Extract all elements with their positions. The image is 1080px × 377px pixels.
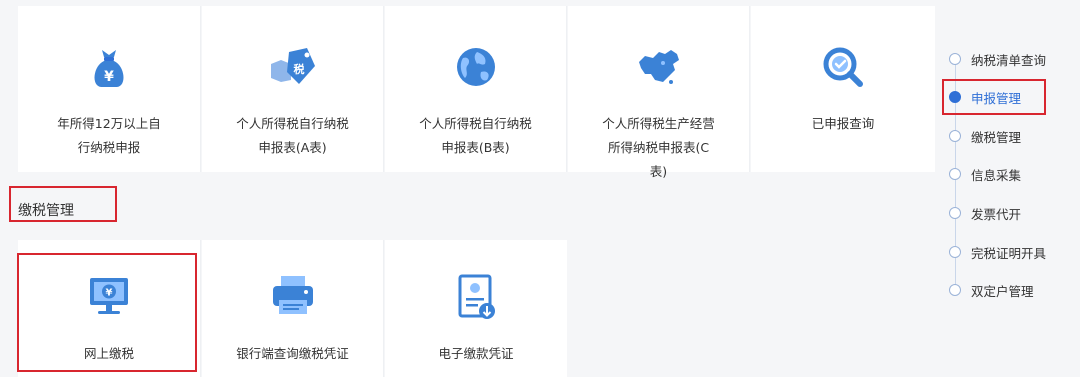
search-check-icon [822,46,864,92]
timeline-item-info-collection[interactable]: 信息采集 [949,164,1021,184]
card-form-a[interactable]: 税 个人所得税自行纳税申报表(A表) [202,6,384,172]
timeline-label: 申报管理 [971,90,1022,106]
timeline-dot [949,207,961,219]
card-label: 网上缴税 [83,346,134,361]
card-form-b[interactable]: 个人所得税自行纳税申报表(B表) [385,6,567,172]
card-form-c[interactable]: 个人所得税生产经营所得纳税申报表(C表) [568,6,750,179]
svg-text:税: 税 [293,62,304,76]
timeline-dot [949,246,961,258]
timeline-item-pay-management[interactable]: 缴税管理 [949,126,1021,146]
timeline-dot [949,284,961,296]
certificate-download-icon [456,274,496,324]
card-label: 个人所得税自行纳税申报表(A表) [236,116,349,155]
svg-text:¥: ¥ [104,69,114,85]
timeline-label: 双定户管理 [971,283,1034,299]
timeline-dot [949,130,961,142]
timeline-dot [949,91,961,103]
globe-icon [455,46,497,92]
card-online-pay[interactable]: ¥ 网上缴税 [18,240,201,377]
card-bank-query-voucher[interactable]: 银行端查询缴税凭证 [202,240,384,377]
timeline-item-fixed-household[interactable]: 双定户管理 [949,280,1034,300]
timeline-label: 信息采集 [971,167,1022,183]
timeline-label: 发票代开 [971,206,1022,222]
tax-tag-hand-icon: 税 [269,46,317,90]
timeline-item-tax-certificate[interactable]: 完税证明开具 [949,242,1046,262]
timeline-label: 完税证明开具 [971,245,1047,261]
card-label: 电子缴款凭证 [438,346,514,361]
card-label: 个人所得税自行纳税申报表(B表) [419,116,532,155]
card-label: 年所得12万以上自行纳税申报 [57,116,161,155]
timeline-item-declare-management[interactable]: 申报管理 [949,87,1021,107]
section-title: 缴税管理 [18,203,74,219]
svg-text:¥: ¥ [106,288,113,299]
card-label: 已申报查询 [811,116,875,131]
timeline-dot [949,168,961,180]
timeline-dot [949,53,961,65]
timeline-item-tax-list-query[interactable]: 纳税清单查询 [949,49,1046,69]
china-map-icon [635,46,683,90]
card-annual-income-declare[interactable]: ¥ 年所得12万以上自行纳税申报 [18,6,201,172]
monitor-yen-icon: ¥ [88,276,130,320]
timeline-label: 缴税管理 [971,129,1022,145]
card-declared-query[interactable]: 已申报查询 [751,6,935,172]
card-label: 银行端查询缴税凭证 [236,346,349,361]
card-label: 个人所得税生产经营所得纳税申报表(C表) [602,116,715,179]
printer-icon [271,274,315,322]
timeline-item-invoice-issuing[interactable]: 发票代开 [949,203,1021,223]
card-electronic-voucher[interactable]: 电子缴款凭证 [385,240,567,377]
money-bag-icon: ¥ [89,46,129,92]
timeline-label: 纳税清单查询 [971,52,1047,68]
